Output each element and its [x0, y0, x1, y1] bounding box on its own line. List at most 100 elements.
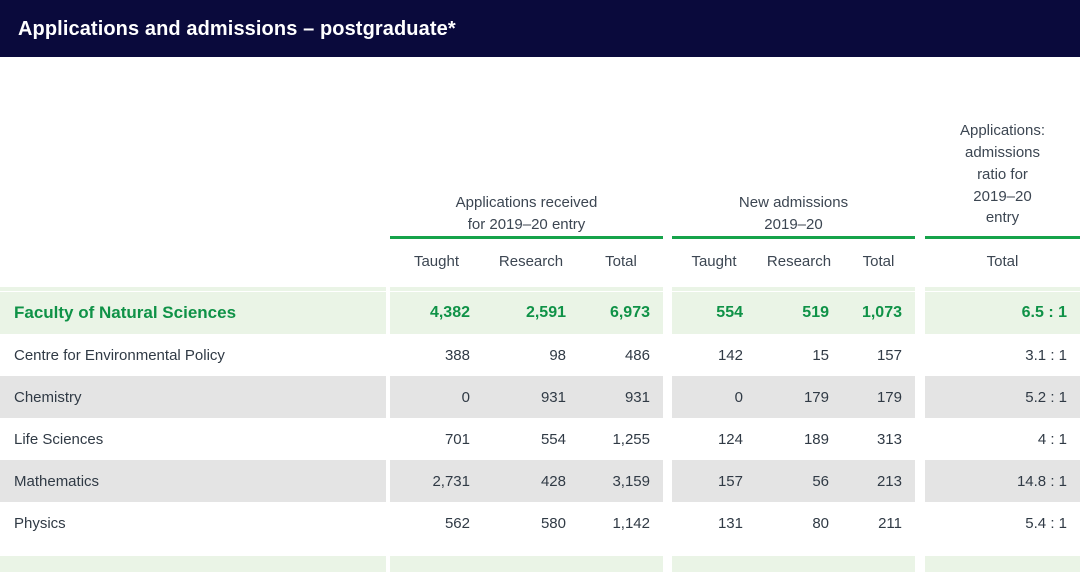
row-1-adm_taught-value: 142 [672, 334, 756, 376]
row-0-adm_total: 1,073 [842, 292, 915, 334]
row-0-app_total-value: 6,973 [579, 292, 663, 334]
row-0-adm_research: 519 [756, 292, 842, 334]
gap-3 [915, 57, 925, 235]
row-6-gap-2 [663, 544, 672, 572]
row-3-name-value: Life Sciences [0, 418, 386, 460]
row-1-adm_taught: 142 [672, 334, 756, 376]
applications-admissions-table: Applications received for 2019–20 entry … [0, 57, 1080, 572]
row-0-app_taught-value: 4,382 [390, 292, 483, 334]
table-row: Chemistry093193101791795.2 : 1 [0, 376, 1080, 418]
row-3-app_research: 554 [483, 418, 579, 460]
row-6-adm_total-value [842, 556, 915, 572]
row-0-adm_research-value: 519 [756, 292, 842, 334]
sep-app-taught [390, 285, 483, 292]
sep-name [0, 285, 386, 292]
row-2-adm_taught-value: 0 [672, 376, 756, 418]
row-5-adm_taught-value: 131 [672, 502, 756, 544]
row-0-app_total: 6,973 [579, 292, 663, 334]
row-3-adm_taught-value: 124 [672, 418, 756, 460]
row-2-app_taught: 0 [390, 376, 483, 418]
row-2-app_research-value: 931 [483, 376, 579, 418]
row-0-gap-3 [915, 292, 925, 334]
sub-header-adm-total: Total [842, 239, 915, 285]
table-row: Centre for Environmental Policy388984861… [0, 334, 1080, 376]
row-5-app_total-value: 1,142 [579, 502, 663, 544]
row-2-ratio-value: 5.2 : 1 [925, 376, 1080, 418]
row-1-adm_research-value: 15 [756, 334, 842, 376]
row-4-adm_taught: 157 [672, 460, 756, 502]
sub-header-adm-research: Research [756, 239, 842, 285]
sep-adm-taught [672, 285, 756, 292]
row-1-adm_research: 15 [756, 334, 842, 376]
row-5-adm_total: 211 [842, 502, 915, 544]
sep-gap-3 [915, 285, 925, 292]
table-row [0, 544, 1080, 572]
row-4-gap-2 [663, 460, 672, 502]
row-1-adm_total-value: 157 [842, 334, 915, 376]
row-5-adm_taught: 131 [672, 502, 756, 544]
row-5-app_total: 1,142 [579, 502, 663, 544]
faculty-separator-row [0, 285, 1080, 292]
row-4-gap-3 [915, 460, 925, 502]
row-5-ratio-value: 5.4 : 1 [925, 502, 1080, 544]
gap-2 [663, 57, 672, 235]
row-6-app_taught [390, 544, 483, 572]
row-2-adm_taught: 0 [672, 376, 756, 418]
row-0-adm_total-value: 1,073 [842, 292, 915, 334]
row-4-app_taught: 2,731 [390, 460, 483, 502]
sep-gap-2 [663, 285, 672, 292]
row-3-ratio-value: 4 : 1 [925, 418, 1080, 460]
row-3-app_total: 1,255 [579, 418, 663, 460]
row-5-app_research-value: 580 [483, 502, 579, 544]
sub-gap-3 [915, 239, 925, 285]
row-4-ratio-value: 14.8 : 1 [925, 460, 1080, 502]
row-2-adm_research: 179 [756, 376, 842, 418]
row-5-app_taught: 562 [390, 502, 483, 544]
sub-header-app-taught: Taught [390, 239, 483, 285]
row-4-app_total: 3,159 [579, 460, 663, 502]
row-2-adm_total-value: 179 [842, 376, 915, 418]
row-5-adm_research-value: 80 [756, 502, 842, 544]
row-6-app_total [579, 544, 663, 572]
row-6-adm_taught [672, 544, 756, 572]
row-0-adm_taught-value: 554 [672, 292, 756, 334]
row-3-app_total-value: 1,255 [579, 418, 663, 460]
row-3-adm_total: 313 [842, 418, 915, 460]
page-title: Applications and admissions – postgradua… [18, 18, 456, 40]
row-6-ratio-value [925, 556, 1080, 572]
row-3-gap-3 [915, 418, 925, 460]
row-2-app_total: 931 [579, 376, 663, 418]
sub-gap-2 [663, 239, 672, 285]
row-1-gap-2 [663, 334, 672, 376]
row-5-gap-2 [663, 502, 672, 544]
row-6-app_research [483, 544, 579, 572]
sep-adm-total [842, 285, 915, 292]
row-1-app_research: 98 [483, 334, 579, 376]
row-6-app_taught-value [390, 556, 483, 572]
row-5-app_taught-value: 562 [390, 502, 483, 544]
row-2-app_taught-value: 0 [390, 376, 483, 418]
row-3-adm_research-value: 189 [756, 418, 842, 460]
row-4-adm_total: 213 [842, 460, 915, 502]
table-row: Physics5625801,142131802115.4 : 1 [0, 502, 1080, 544]
row-2-adm_total: 179 [842, 376, 915, 418]
table-row: Mathematics2,7314283,1591575621314.8 : 1 [0, 460, 1080, 502]
row-3-ratio: 4 : 1 [925, 418, 1080, 460]
sub-header-blank [0, 239, 386, 285]
row-1-ratio-value: 3.1 : 1 [925, 334, 1080, 376]
row-4-name: Mathematics [0, 460, 386, 502]
table-row: Life Sciences7015541,2551241893134 : 1 [0, 418, 1080, 460]
row-1-name: Centre for Environmental Policy [0, 334, 386, 376]
sub-header-app-research: Research [483, 239, 579, 285]
sub-header-app-total: Total [579, 239, 663, 285]
row-5-adm_research: 80 [756, 502, 842, 544]
row-0-app_research-value: 2,591 [483, 292, 579, 334]
row-2-name: Chemistry [0, 376, 386, 418]
corner-blank [0, 57, 386, 235]
sub-header-row: Taught Research Total Taught Research To… [0, 239, 1080, 285]
row-2-ratio: 5.2 : 1 [925, 376, 1080, 418]
row-6-ratio [925, 544, 1080, 572]
row-2-app_research: 931 [483, 376, 579, 418]
row-4-app_taught-value: 2,731 [390, 460, 483, 502]
row-0-ratio: 6.5 : 1 [925, 292, 1080, 334]
